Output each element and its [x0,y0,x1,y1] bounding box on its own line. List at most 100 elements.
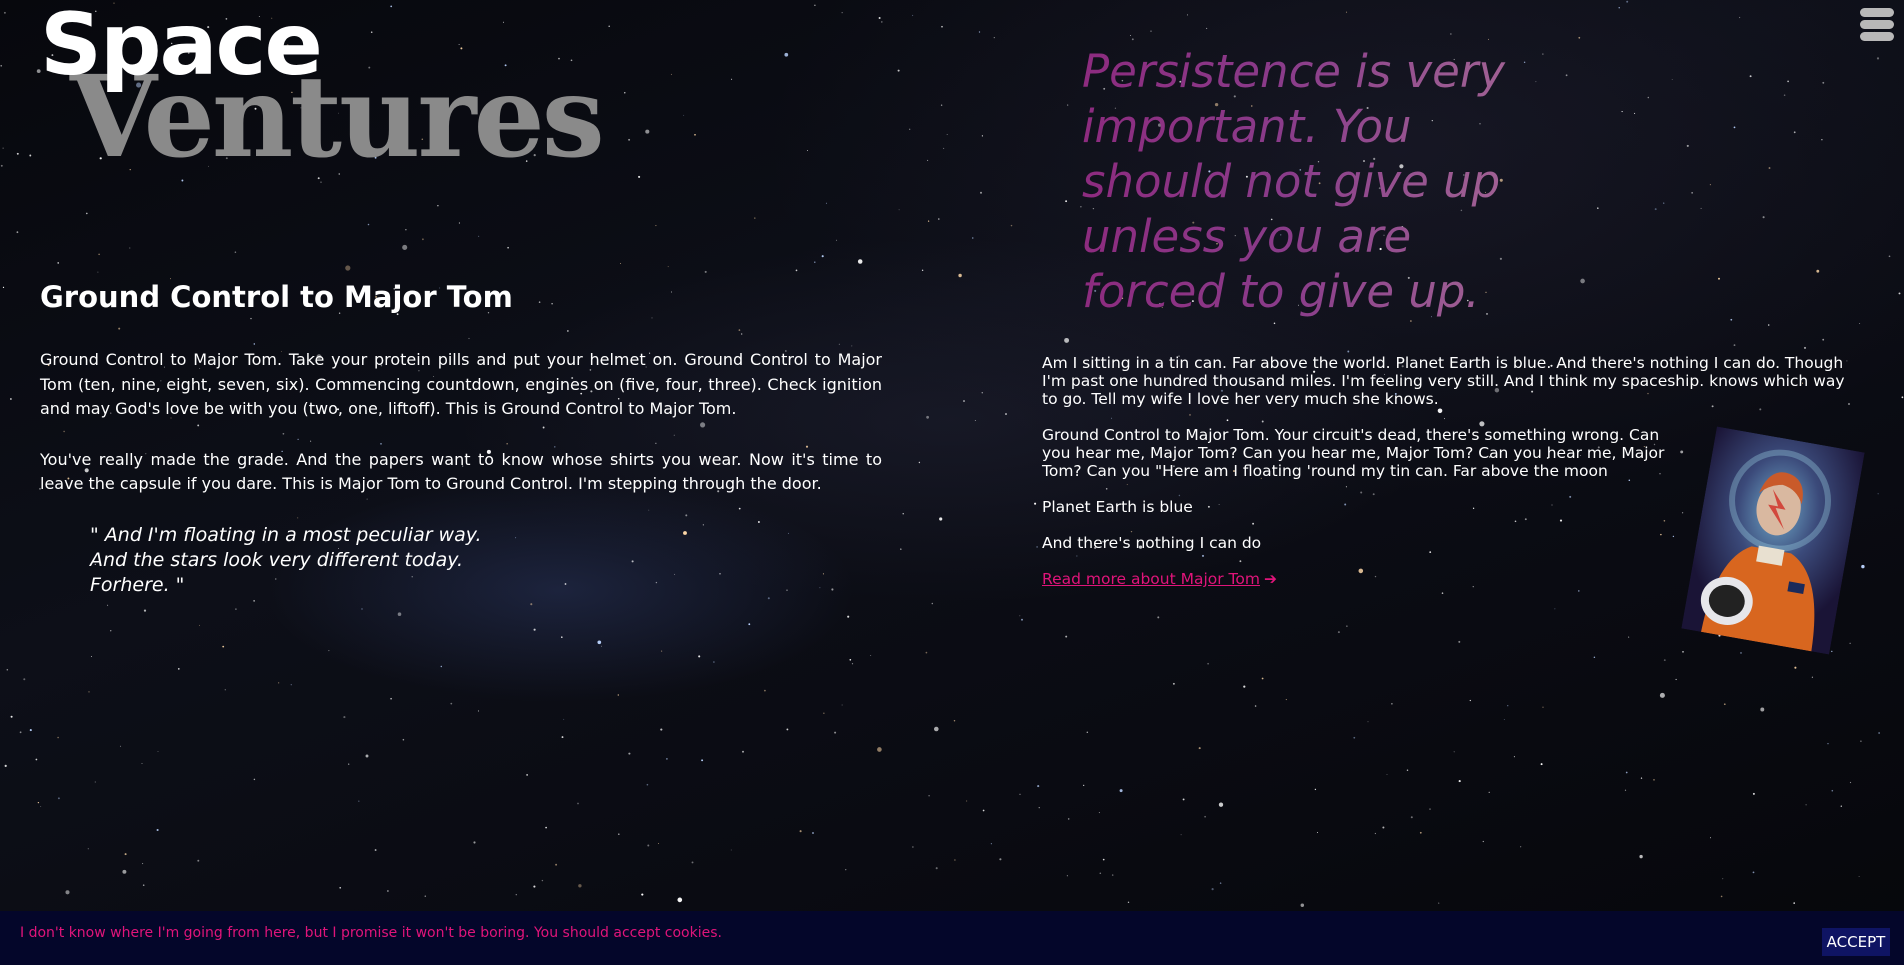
star [1659,692,1665,698]
star [601,645,602,647]
star [927,159,929,161]
star [94,781,96,783]
star [902,513,904,515]
star [2,147,4,149]
star [1821,139,1823,141]
star [235,608,237,610]
star [655,225,657,227]
star [683,114,685,116]
star [934,726,939,732]
star [16,152,19,155]
star [658,842,659,844]
star [533,885,536,888]
star [835,239,838,241]
star [851,663,854,665]
star [939,517,943,521]
star [713,661,715,663]
star [1172,682,1175,685]
star [1621,111,1623,113]
star [638,175,641,178]
star [1513,756,1515,758]
star [97,271,99,273]
star [1453,751,1455,753]
star [1634,112,1636,114]
star [156,828,159,832]
star [57,797,60,800]
star [1816,269,1820,273]
star [1067,818,1070,820]
star [1691,192,1693,194]
hamburger-menu-icon[interactable] [1860,8,1894,48]
accept-cookies-button[interactable]: ACCEPT [1822,928,1890,956]
star [1597,207,1599,209]
star [328,650,330,652]
star [1207,662,1209,665]
star [35,758,38,761]
star [1859,322,1861,325]
star [845,869,847,871]
featured-quote: Persistence is very important. You shoul… [1082,44,1542,319]
article-paragraph: You've really made the grade. And the pa… [40,449,882,494]
star [1720,895,1723,898]
star [1626,0,1629,3]
star [943,147,945,149]
quote-line: Forhere. " [90,573,185,596]
star [1639,854,1643,859]
star [1787,80,1789,83]
star [1653,779,1655,781]
star [1663,202,1665,204]
star [1700,207,1702,209]
site-logo[interactable]: Ventures Space [40,0,605,174]
star [1005,413,1007,415]
star [812,832,814,834]
star [965,800,968,802]
star [37,801,40,804]
star [628,752,631,755]
star [786,728,789,731]
star [278,682,280,684]
star [608,25,610,28]
star [129,247,131,249]
star [980,191,982,194]
star [1624,789,1627,791]
star [1111,874,1114,876]
star [1640,777,1643,779]
star [857,259,863,264]
star [1219,882,1222,884]
star [1386,774,1388,775]
star [1019,793,1021,795]
star [935,867,938,870]
star [1647,96,1650,99]
star [670,73,672,75]
star [1762,216,1765,219]
star [795,269,798,272]
star [1130,34,1132,36]
star [440,665,443,668]
star [900,548,902,550]
read-more-link[interactable]: Read more about Major Tom ➔ [1042,570,1277,588]
quote-line: And the stars look very different today. [90,548,464,571]
star [1827,743,1829,745]
star [628,138,631,141]
star [88,691,90,693]
star [1718,277,1720,280]
star [926,415,929,419]
star [1520,846,1522,848]
star [1752,871,1755,874]
star [1686,144,1689,147]
star [1273,322,1276,325]
star [507,246,509,249]
star [1805,804,1807,806]
star [1019,615,1021,617]
star [925,651,928,654]
menu-bar [1860,8,1894,17]
star [541,879,544,882]
star [1285,699,1287,701]
star [666,758,668,760]
aside-paragraph: Am I sitting in a tin can. Far above the… [1042,354,1845,408]
star [19,731,22,734]
star [748,623,751,626]
star [422,238,424,241]
star [641,893,644,896]
star [450,702,453,705]
